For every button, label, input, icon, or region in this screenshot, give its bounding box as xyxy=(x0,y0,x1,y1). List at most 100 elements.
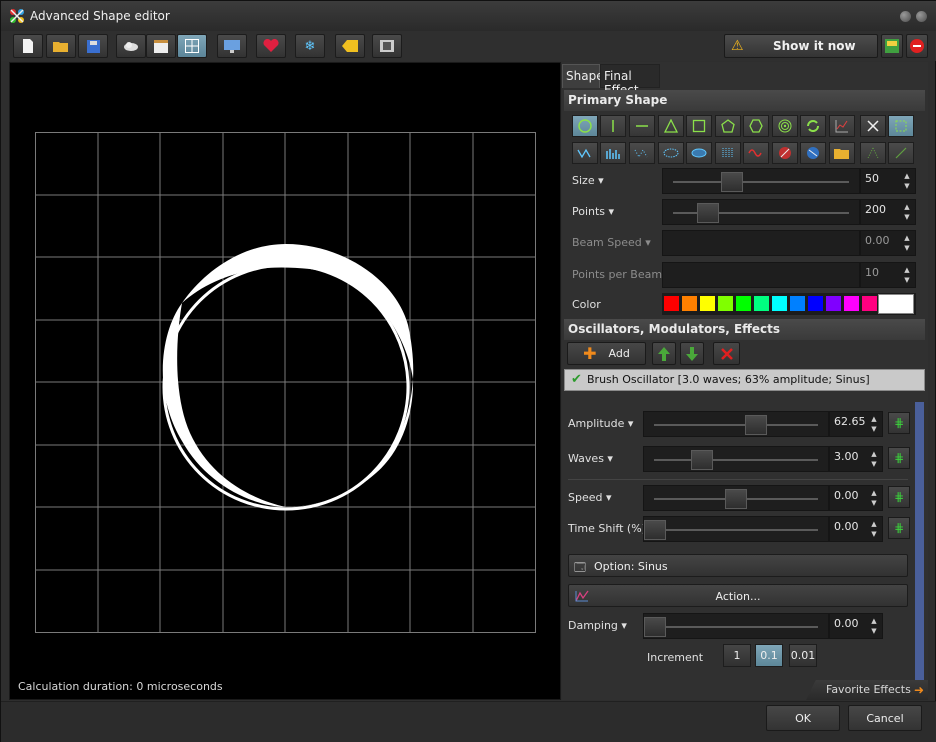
amplitude-oscillator-button[interactable]: ⋕ xyxy=(888,412,910,434)
move-down-button[interactable] xyxy=(680,342,704,365)
cross-shape-icon[interactable] xyxy=(860,115,886,137)
time-shift-input[interactable]: 0.00 ▲ ▼ xyxy=(829,516,883,542)
color-swatch[interactable] xyxy=(664,296,679,311)
cloud-icon[interactable] xyxy=(116,34,146,58)
damping-slider[interactable] xyxy=(643,613,829,639)
disc-shape-icon[interactable] xyxy=(686,142,712,164)
action-button[interactable]: Action... xyxy=(568,584,908,607)
bars-shape-icon[interactable] xyxy=(600,142,626,164)
minimize-button[interactable] xyxy=(900,11,911,22)
increment-1-button[interactable]: 1 xyxy=(723,644,751,667)
color-swatch[interactable] xyxy=(682,296,697,311)
speed-slider[interactable] xyxy=(643,485,829,511)
hexagon-shape-icon[interactable] xyxy=(743,115,769,137)
color-swatch[interactable] xyxy=(808,296,823,311)
amplitude-slider[interactable] xyxy=(643,411,829,437)
shape-folder-icon[interactable] xyxy=(829,142,855,164)
amplitude-label[interactable]: Amplitude ▾ xyxy=(568,417,633,430)
points-input[interactable]: 200 ▲ ▼ xyxy=(860,199,916,225)
oscillator-scrollbar[interactable] xyxy=(915,402,924,680)
beam-speed-label: Beam Speed ▾ xyxy=(572,236,651,249)
waves-input[interactable]: 3.00 ▲ ▼ xyxy=(829,446,883,472)
diagonal-line-icon[interactable] xyxy=(888,142,914,164)
shape-preview-canvas[interactable]: Calculation duration: 0 microseconds xyxy=(9,62,561,700)
vertical-line-shape-icon[interactable] xyxy=(600,115,626,137)
checkmark-icon[interactable]: ✔ xyxy=(571,372,582,387)
sine-shape-icon[interactable] xyxy=(743,142,769,164)
amplitude-input[interactable]: 62.65 ▲ ▼ xyxy=(829,411,883,437)
bounds-shape-icon[interactable] xyxy=(888,115,914,137)
primary-shape-header: Primary Shape xyxy=(564,90,925,111)
size-label[interactable]: Size ▾ xyxy=(572,174,604,187)
color-swatch[interactable] xyxy=(844,296,859,311)
heart-icon[interactable] xyxy=(256,34,286,58)
horizontal-line-shape-icon[interactable] xyxy=(629,115,655,137)
selected-color-swatch[interactable] xyxy=(878,294,914,314)
move-up-button[interactable] xyxy=(652,342,676,365)
cancel-button[interactable]: Cancel xyxy=(848,705,922,731)
increment-0-1-button[interactable]: 0.1 xyxy=(755,644,783,667)
show-it-now-button[interactable]: ⚠ Show it now xyxy=(724,34,878,58)
delete-oscillator-button[interactable] xyxy=(713,342,740,365)
new-icon[interactable] xyxy=(13,34,43,58)
color-swatch[interactable] xyxy=(754,296,769,311)
damping-input[interactable]: 0.00 ▲ ▼ xyxy=(829,613,883,639)
ellipse-shape-icon[interactable] xyxy=(658,142,684,164)
clapper-icon[interactable] xyxy=(146,34,176,58)
beam-fan-shape-icon[interactable] xyxy=(715,142,741,164)
waves-oscillator-button[interactable]: ⋕ xyxy=(888,447,910,469)
color-swatch[interactable] xyxy=(700,296,715,311)
favorite-effects-tab[interactable]: Favorite Effects ➜ xyxy=(806,680,928,700)
speed-label[interactable]: Speed ▾ xyxy=(568,491,612,504)
speed-oscillator-button[interactable]: ⋕ xyxy=(888,486,910,508)
triangle-shape-icon[interactable] xyxy=(658,115,684,137)
speed-input[interactable]: 0.00 ▲ ▼ xyxy=(829,485,883,511)
wave-shape-icon[interactable] xyxy=(572,142,598,164)
size-input[interactable]: 50 ▲ ▼ xyxy=(860,168,916,194)
save-icon[interactable] xyxy=(78,34,108,58)
dots-wave-shape-icon[interactable] xyxy=(629,142,655,164)
anchor-points-icon[interactable] xyxy=(860,142,886,164)
oscillator-list-item[interactable]: ✔ Brush Oscillator [3.0 waves; 63% ampli… xyxy=(564,369,925,391)
graph-shape-icon[interactable] xyxy=(829,115,855,137)
time-shift-label[interactable]: Time Shift (%) ▾ xyxy=(568,522,655,535)
tab-shape[interactable]: Shape xyxy=(562,64,604,88)
waves-label[interactable]: Waves ▾ xyxy=(568,452,613,465)
tag-icon[interactable] xyxy=(335,34,365,58)
size-slider[interactable] xyxy=(662,168,860,194)
monitor-icon[interactable] xyxy=(217,34,247,58)
stop-icon[interactable] xyxy=(906,34,928,58)
display-settings-icon[interactable] xyxy=(881,34,903,58)
snowflake-icon[interactable]: ❄ xyxy=(295,34,325,58)
add-oscillator-button[interactable]: ✚ Add xyxy=(567,342,646,365)
color-swatch[interactable] xyxy=(790,296,805,311)
increment-0-01-button[interactable]: 0.01 xyxy=(789,644,817,667)
color-swatch[interactable] xyxy=(826,296,841,311)
film-icon[interactable] xyxy=(372,34,402,58)
open-folder-icon[interactable] xyxy=(46,34,76,58)
globe-red-shape-icon[interactable] xyxy=(772,142,798,164)
close-window-button[interactable] xyxy=(916,11,927,22)
oscillator-item-label: Brush Oscillator [3.0 waves; 63% amplitu… xyxy=(587,373,870,386)
color-swatch[interactable] xyxy=(736,296,751,311)
globe-blue-shape-icon[interactable] xyxy=(800,142,826,164)
points-label[interactable]: Points ▾ xyxy=(572,205,614,218)
waves-slider[interactable] xyxy=(643,446,829,472)
spiral-shape-icon[interactable] xyxy=(772,115,798,137)
color-swatch[interactable] xyxy=(862,296,877,311)
damping-label[interactable]: Damping ▾ xyxy=(568,619,627,632)
square-shape-icon[interactable] xyxy=(686,115,712,137)
rotation-shape-icon[interactable] xyxy=(800,115,826,137)
pentagon-shape-icon[interactable] xyxy=(715,115,741,137)
time-shift-slider[interactable] xyxy=(643,516,829,542)
oscillator-icon: ⋕ xyxy=(893,416,905,430)
color-swatch[interactable] xyxy=(772,296,787,311)
points-slider[interactable] xyxy=(662,199,860,225)
time-shift-oscillator-button[interactable]: ⋕ xyxy=(888,517,910,539)
grid-icon[interactable] xyxy=(177,34,207,58)
circle-shape-icon[interactable] xyxy=(572,115,598,137)
option-sinus-button[interactable]: 🗔 Option: Sinus xyxy=(568,554,908,577)
ok-button[interactable]: OK xyxy=(766,705,840,731)
tab-final-effect[interactable]: Final Effect xyxy=(600,64,660,97)
color-swatch[interactable] xyxy=(718,296,733,311)
